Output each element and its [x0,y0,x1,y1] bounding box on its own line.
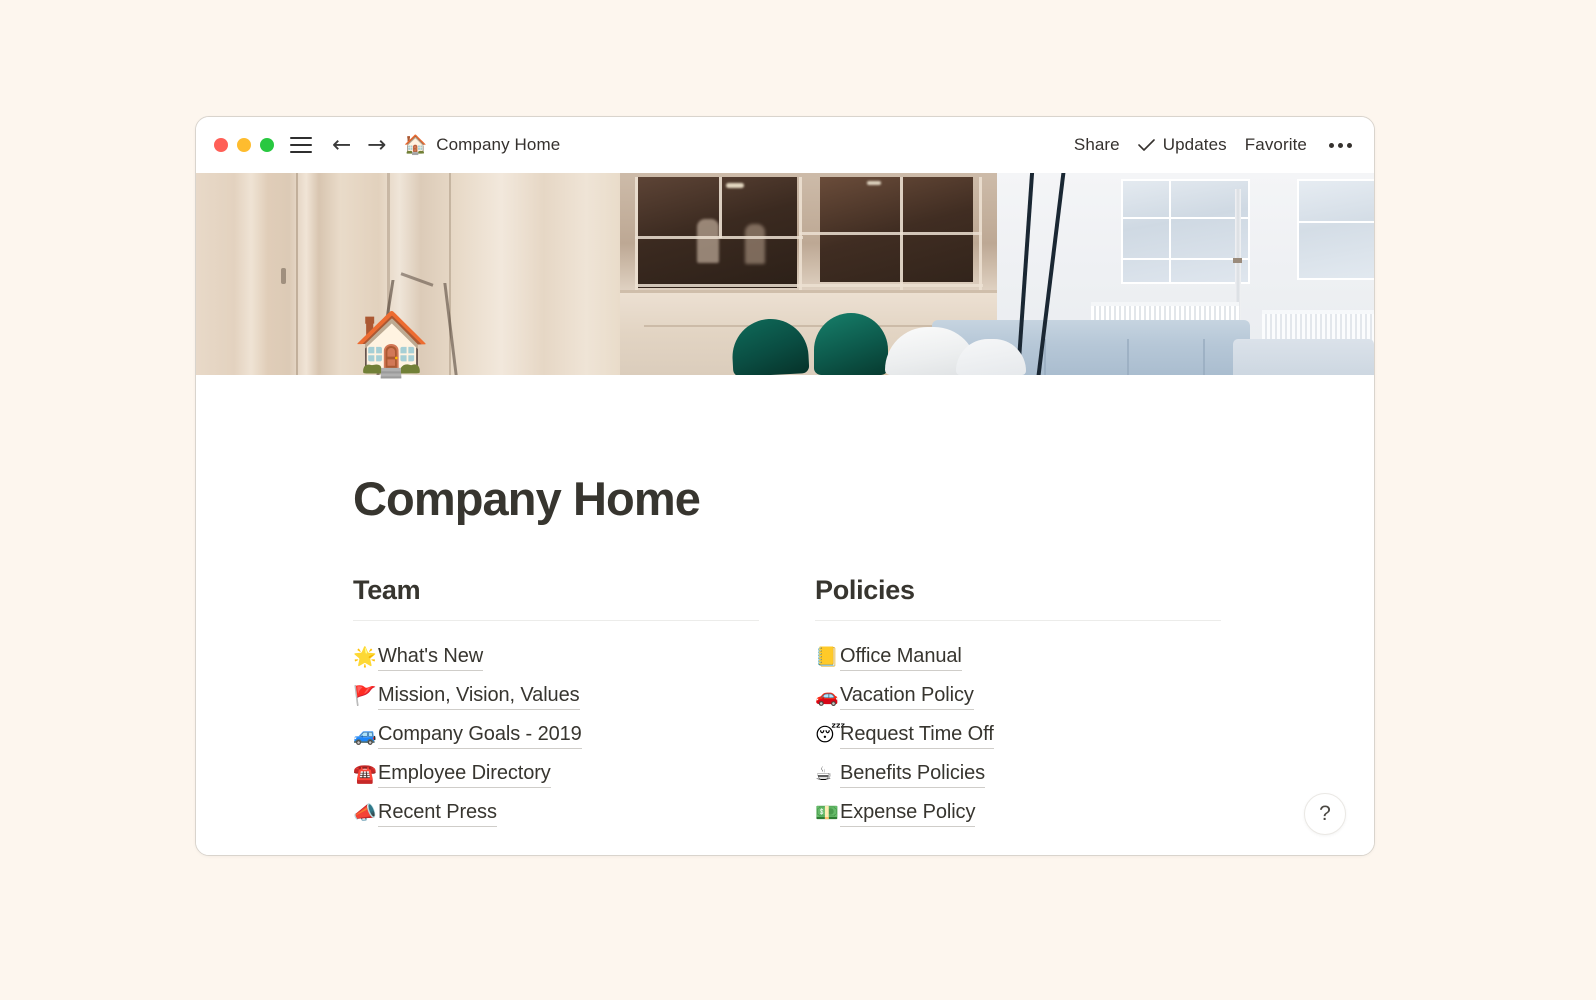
title-bar: ← → 🏠 Company Home Share Updates Favorit… [196,117,1374,173]
app-window: ← → 🏠 Company Home Share Updates Favorit… [195,116,1375,856]
maximize-button[interactable] [260,138,274,152]
list-item-label[interactable]: Employee Directory [378,762,551,788]
list-item-label[interactable]: Company Goals - 2019 [378,723,582,749]
column-team: Team 🌟 What's New 🚩 Mission, Vision, Val… [353,575,759,833]
car-icon: 🚙 [353,724,377,746]
list-item[interactable]: 🌟 What's New [353,638,759,677]
list-item[interactable]: 😴 Request Time Off [815,716,1221,755]
more-options-icon[interactable] [1325,139,1352,152]
list-item[interactable]: 📒 Office Manual [815,638,1221,677]
updates-button[interactable]: Updates [1137,135,1227,155]
help-button[interactable]: ? [1304,793,1346,835]
list-item[interactable]: 🚩 Mission, Vision, Values [353,677,759,716]
page-content: 🏠 Company Home Team 🌟 What's New 🚩 Missi… [196,313,1374,855]
list-item-label[interactable]: Expense Policy [840,801,975,827]
back-arrow-icon[interactable]: ← [332,133,351,157]
column-policies: Policies 📒 Office Manual 🚗 Vacation Poli… [815,575,1221,833]
check-icon [1137,139,1155,151]
star-icon: 🌟 [353,646,377,668]
column-divider [815,620,1221,621]
page-title[interactable]: Company Home [353,471,701,526]
list-item[interactable]: ☕ Benefits Policies [815,755,1221,794]
link-columns: Team 🌟 What's New 🚩 Mission, Vision, Val… [353,575,1374,833]
breadcrumb-house-icon: 🏠 [403,133,428,156]
list-item-label[interactable]: What's New [378,645,483,671]
list-item-label[interactable]: Recent Press [378,801,497,827]
sleeping-face-icon: 😴 [815,724,846,746]
list-item[interactable]: 📣 Recent Press [353,794,759,833]
hamburger-menu-icon[interactable] [290,137,312,153]
favorite-button[interactable]: Favorite [1245,135,1307,155]
money-icon: 💵 [815,802,839,824]
title-bar-actions: Share Updates Favorite [1074,135,1352,155]
column-heading: Policies [815,575,915,605]
car-icon: 🚗 [815,685,839,707]
megaphone-icon: 📣 [353,802,377,824]
close-button[interactable] [214,138,228,152]
list-item[interactable]: 🚙 Company Goals - 2019 [353,716,759,755]
telephone-icon: ☎️ [353,763,377,785]
minimize-button[interactable] [237,138,251,152]
breadcrumb[interactable]: Company Home [436,135,560,155]
list-item[interactable]: 🚗 Vacation Policy [815,677,1221,716]
list-item-label[interactable]: Request Time Off [840,723,994,749]
column-heading: Team [353,575,421,605]
updates-label: Updates [1162,135,1227,154]
list-item-label[interactable]: Mission, Vision, Values [378,684,580,710]
column-divider [353,620,759,621]
forward-arrow-icon[interactable]: → [367,133,386,157]
page-house-icon[interactable]: 🏠 [353,313,430,375]
share-button[interactable]: Share [1074,135,1120,155]
flag-icon: 🚩 [353,685,377,707]
notebook-icon: 📒 [815,646,839,668]
list-item-label[interactable]: Office Manual [840,645,962,671]
window-controls [214,138,274,152]
coffee-icon: ☕ [815,763,833,785]
list-item-label[interactable]: Benefits Policies [840,762,985,788]
list-item-label[interactable]: Vacation Policy [840,684,974,710]
list-item[interactable]: ☎️ Employee Directory [353,755,759,794]
list-item[interactable]: 💵 Expense Policy [815,794,1221,833]
